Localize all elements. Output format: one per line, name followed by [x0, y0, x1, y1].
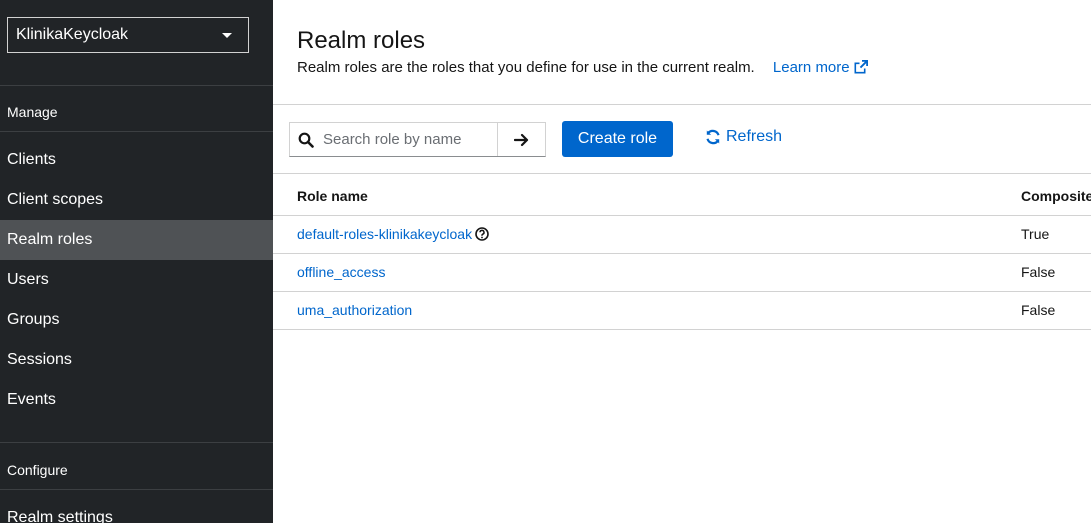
table-row: uma_authorization — [297, 302, 412, 318]
main-content: Realm roles Realm roles are the roles th… — [273, 0, 1091, 523]
sidebar-item-realm-roles[interactable]: Realm roles — [0, 220, 273, 260]
sidebar: KlinikaKeycloak Manage Clients Client sc… — [0, 0, 273, 523]
page-description: Realm roles are the roles that you defin… — [297, 59, 869, 78]
page-description-text: Realm roles are the roles that you defin… — [297, 59, 755, 76]
column-header-role-name[interactable]: Role name — [297, 188, 368, 204]
row-divider — [273, 291, 1091, 292]
table-row: offline_access — [297, 264, 385, 280]
search-submit-button[interactable] — [498, 123, 545, 156]
search-input[interactable] — [323, 131, 493, 148]
refresh-label: Refresh — [726, 128, 783, 145]
question-circle-icon[interactable] — [475, 227, 489, 244]
header-divider — [273, 104, 1091, 105]
sidebar-item-client-scopes[interactable]: Client scopes — [0, 180, 273, 220]
caret-down-icon — [222, 32, 232, 38]
arrow-right-icon — [513, 133, 528, 146]
realm-selector[interactable]: KlinikaKeycloak — [7, 17, 249, 53]
external-link-icon — [853, 59, 869, 78]
sidebar-item-label: Realm settings — [7, 509, 113, 523]
realm-selector-label: KlinikaKeycloak — [16, 26, 129, 43]
refresh-button[interactable]: Refresh — [705, 128, 782, 146]
create-role-button[interactable]: Create role — [562, 121, 673, 157]
sidebar-divider — [0, 442, 273, 443]
search-icon — [298, 132, 314, 148]
refresh-icon — [706, 129, 720, 145]
role-name-link[interactable]: offline_access — [297, 264, 385, 280]
sidebar-item-label: Realm roles — [7, 231, 93, 248]
learn-more-label: Learn more — [772, 59, 850, 76]
row-divider — [273, 329, 1091, 330]
nav-section-manage: Manage — [7, 104, 58, 120]
sidebar-item-label: Events — [7, 391, 56, 408]
composite-value: False — [1021, 302, 1056, 318]
role-name-link[interactable]: default-roles-klinikakeycloak — [297, 226, 472, 242]
sidebar-item-groups[interactable]: Groups — [0, 300, 273, 340]
nav-section-configure: Configure — [7, 462, 68, 478]
learn-more-link[interactable]: Learn more — [773, 59, 869, 76]
sidebar-item-label: Groups — [7, 311, 60, 328]
table-row: default-roles-klinikakeycloak — [297, 226, 489, 244]
page-title: Realm roles — [297, 27, 426, 54]
sidebar-item-label: Sessions — [7, 351, 72, 368]
column-header-composite[interactable]: Composite — [1021, 188, 1091, 204]
sidebar-item-events[interactable]: Events — [0, 380, 273, 420]
sidebar-item-realm-settings[interactable]: Realm settings — [0, 498, 273, 523]
sidebar-item-clients[interactable]: Clients — [0, 140, 273, 180]
toolbar-divider — [273, 173, 1091, 174]
sidebar-divider — [0, 85, 273, 86]
sidebar-item-label: Users — [7, 271, 49, 288]
row-divider — [273, 253, 1091, 254]
composite-value: True — [1021, 226, 1050, 242]
table-header-divider — [273, 215, 1091, 216]
sidebar-item-users[interactable]: Users — [0, 260, 273, 300]
sidebar-item-sessions[interactable]: Sessions — [0, 340, 273, 380]
search-box — [290, 123, 498, 156]
sidebar-divider — [0, 489, 273, 490]
search-group — [289, 122, 546, 157]
sidebar-divider — [0, 131, 273, 132]
sidebar-item-label: Clients — [7, 151, 56, 168]
sidebar-item-label: Client scopes — [7, 191, 104, 208]
role-name-link[interactable]: uma_authorization — [297, 302, 412, 318]
composite-value: False — [1021, 264, 1056, 280]
